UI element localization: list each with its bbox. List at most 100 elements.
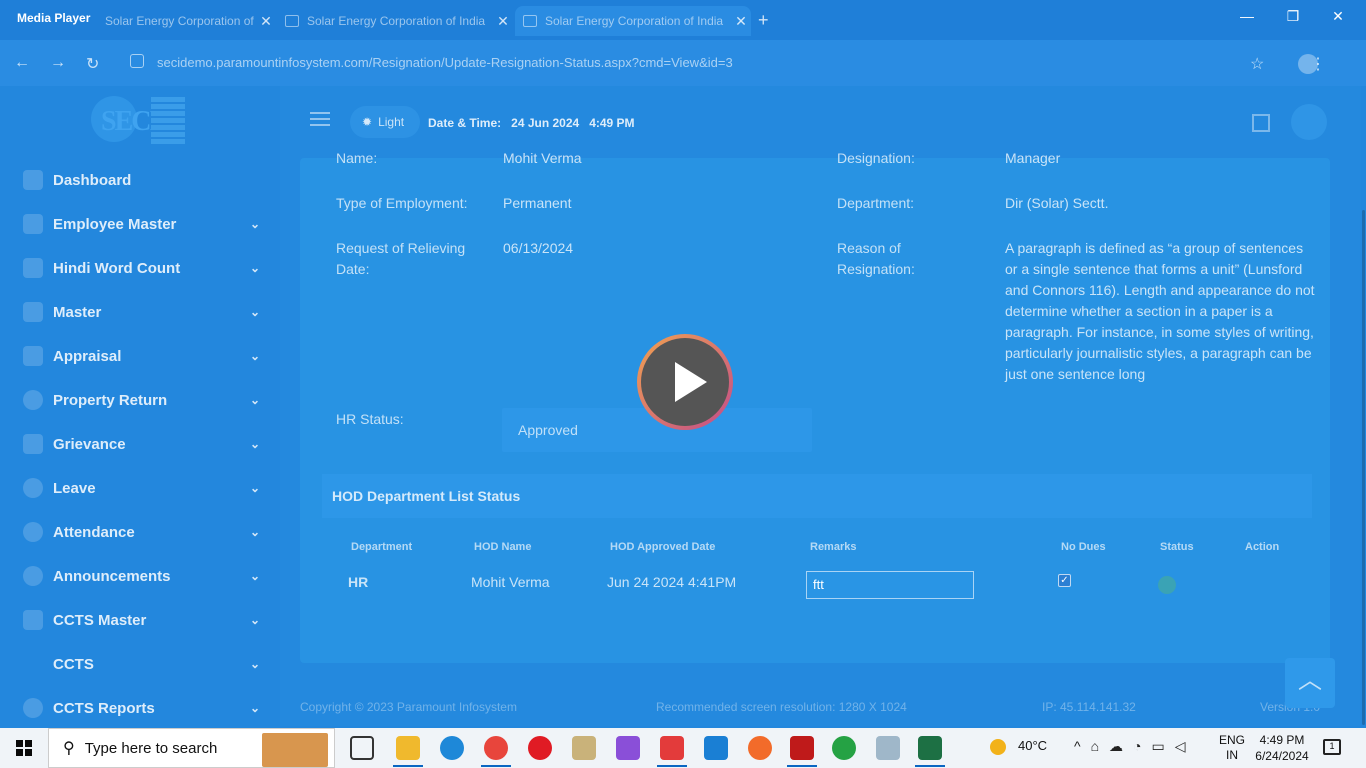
sidebar: SECI Dashboard Employee Master ⌄ Hindi Word…: [5, 86, 280, 726]
hod-section-title: HOD Department List Status: [322, 474, 1312, 518]
file-explorer-icon[interactable]: [396, 736, 420, 760]
whatsapp-icon[interactable]: [832, 736, 856, 760]
chevron-down-icon: ⌄: [250, 481, 261, 495]
sidebar-item-leave[interactable]: Leave ⌄: [5, 466, 280, 510]
employment-label: Type of Employment:: [336, 195, 468, 211]
sun-icon: ✹: [362, 115, 373, 129]
search-highlight-image: [262, 733, 328, 767]
visual-studio-icon[interactable]: [616, 736, 640, 760]
temperature: 40°C: [1018, 738, 1048, 753]
anydesk-icon[interactable]: [660, 736, 684, 760]
sidebar-item-label: Dashboard: [53, 171, 132, 189]
footer-ip: IP: 45.114.141.32: [1042, 700, 1136, 714]
back-icon[interactable]: ←: [14, 54, 30, 72]
scrollbar-thumb[interactable]: [1362, 210, 1365, 725]
site-info-icon[interactable]: [130, 54, 144, 68]
scroll-top-button[interactable]: ︿: [1285, 658, 1335, 708]
avatar[interactable]: [1291, 104, 1327, 140]
sidebar-item-appraisal[interactable]: Appraisal ⌄: [5, 334, 280, 378]
sidebar-item-ccts-reports[interactable]: CCTS Reports ⌄: [5, 686, 280, 726]
weather-widget[interactable]: 40°C: [990, 738, 1047, 755]
col-no-dues: No Dues: [1061, 541, 1106, 553]
sidebar-item-attendance[interactable]: Attendance ⌄: [5, 510, 280, 554]
favicon-icon: [523, 15, 537, 27]
sidebar-item-grievance[interactable]: Grievance ⌄: [5, 422, 280, 466]
theme-toggle[interactable]: ✹ Light: [350, 106, 420, 138]
clock-date: 6/24/2024: [1255, 749, 1309, 763]
active-indicator: [787, 765, 817, 767]
name-label: Name:: [336, 150, 378, 166]
sidebar-item-dashboard[interactable]: Dashboard: [5, 158, 280, 202]
sidebar-item-property-return[interactable]: Property Return ⌄: [5, 378, 280, 422]
close-tab-icon[interactable]: ✕: [256, 13, 276, 30]
department-label: Department:: [837, 195, 915, 211]
sidebar-item-announcements[interactable]: Announcements ⌄: [5, 554, 280, 598]
sidebar-item-label: CCTS: [53, 655, 94, 673]
git-icon[interactable]: [748, 736, 772, 760]
browser-titlebar: Media Player Solar Energy Corporation of…: [0, 0, 1366, 40]
play-button[interactable]: [637, 334, 733, 430]
hamburger-menu-icon[interactable]: [310, 112, 330, 126]
clock-time: 4:49 PM: [1259, 733, 1305, 747]
search-icon: ⚲: [63, 740, 75, 757]
sidebar-item-employee-master[interactable]: Employee Master ⌄: [5, 202, 280, 246]
close-window-button[interactable]: ✕: [1323, 8, 1353, 30]
sidebar-item-hindi-word-count[interactable]: Hindi Word Count ⌄: [5, 246, 280, 290]
reason-value: A paragraph is defined as “a group of se…: [1005, 240, 1315, 382]
tab-title: Solar Energy Corporation of India: [105, 14, 256, 28]
sidebar-item-ccts-master[interactable]: CCTS Master ⌄: [5, 598, 280, 642]
sidebar-item-label: CCTS Reports: [53, 699, 155, 717]
forward-icon[interactable]: →: [50, 54, 66, 72]
sidebar-item-ccts[interactable]: CCTS ⌄: [5, 642, 280, 686]
new-tab-button[interactable]: +: [758, 10, 769, 31]
windows-start-icon[interactable]: [16, 740, 32, 756]
sidebar-item-label: Master: [53, 303, 102, 321]
close-tab-icon[interactable]: ✕: [493, 13, 513, 30]
sidebar-item-label: Employee Master: [53, 215, 177, 233]
chrome-icon[interactable]: [484, 736, 508, 760]
task-view-icon[interactable]: [350, 736, 374, 760]
sidebar-item-label: Grievance: [53, 435, 126, 453]
col-hod-name: HOD Name: [474, 541, 532, 553]
app-icon[interactable]: [876, 736, 900, 760]
url-input[interactable]: secidemo.paramountinfosystem.com/Resigna…: [157, 55, 733, 70]
language-indicator[interactable]: ENG IN: [1219, 733, 1245, 763]
filezilla-icon[interactable]: [790, 736, 814, 760]
menu-kebab-icon[interactable]: ⋮: [1310, 54, 1326, 74]
system-tray[interactable]: ^⌂☁◔▭◁: [1074, 738, 1195, 755]
no-dues-checkbox[interactable]: ✓: [1058, 574, 1071, 587]
snipping-tool-icon[interactable]: [572, 736, 596, 760]
chevron-down-icon: ⌄: [250, 525, 261, 539]
minimize-button[interactable]: —: [1232, 8, 1262, 30]
sidebar-item-master[interactable]: Master ⌄: [5, 290, 280, 334]
reload-icon[interactable]: ↻: [86, 54, 99, 74]
briefcase-icon: [23, 434, 43, 454]
browser-tab-active[interactable]: Solar Energy Corporation of India ✕: [515, 6, 751, 36]
restore-button[interactable]: ❐: [1278, 8, 1308, 30]
edge-icon[interactable]: [440, 736, 464, 760]
close-tab-icon[interactable]: ✕: [731, 13, 751, 30]
browser-tab[interactable]: Solar Energy Corporation of India ✕: [277, 6, 513, 36]
seci-logo: SECI: [91, 92, 187, 152]
fullscreen-icon[interactable]: [1252, 114, 1270, 132]
browser-tab[interactable]: Solar Energy Corporation of India ✕: [40, 6, 276, 36]
sidebar-item-label: Hindi Word Count: [53, 259, 181, 277]
clock[interactable]: 4:49 PM 6/24/2024: [1254, 732, 1310, 764]
row-hod-name: Mohit Verma: [471, 574, 550, 590]
status-shield-icon: [1158, 576, 1176, 594]
bookmark-star-icon[interactable]: ☆: [1250, 54, 1264, 74]
reason-label: Reason of Resignation:: [837, 240, 915, 277]
opera-icon[interactable]: [528, 736, 552, 760]
lang-top: ENG: [1219, 733, 1246, 747]
notification-icon[interactable]: 1: [1323, 739, 1341, 755]
chevron-down-icon: ⌄: [250, 701, 261, 715]
designation-value: Manager: [1005, 150, 1061, 166]
taskbar-search[interactable]: ⚲ Type here to search: [48, 728, 335, 768]
tab-title: Solar Energy Corporation of India: [307, 14, 486, 28]
vscode-icon[interactable]: [704, 736, 728, 760]
user-icon: [23, 214, 43, 234]
remarks-input[interactable]: ftt: [806, 571, 974, 599]
excel-icon[interactable]: [918, 736, 942, 760]
sidebar-item-label: Announcements: [53, 567, 171, 585]
hr-status-value: Approved: [518, 422, 578, 438]
